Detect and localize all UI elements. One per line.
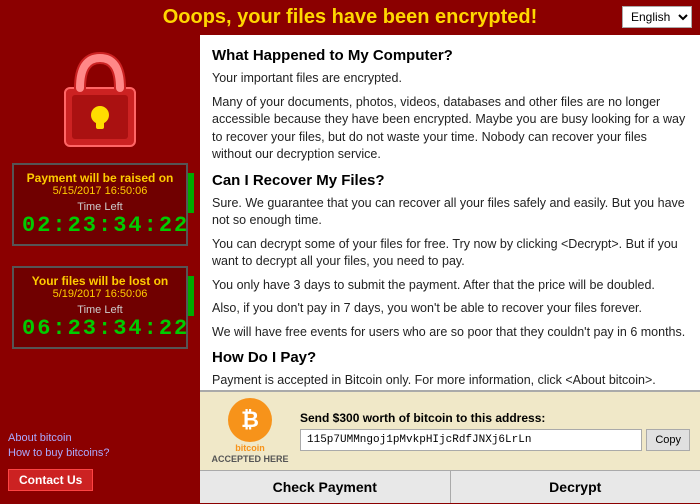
lock-icon (50, 43, 150, 153)
decrypt-button[interactable]: Decrypt (451, 471, 700, 503)
left-panel: Payment will be raised on 5/15/2017 16:5… (0, 35, 200, 503)
about-bitcoin-link[interactable]: About bitcoin (8, 432, 192, 444)
how-to-buy-link[interactable]: How to buy bitcoins? (8, 447, 192, 459)
timer1-raise-label: Payment will be raised on (22, 171, 178, 185)
address-row: Copy (300, 429, 690, 451)
timer-box-1: Payment will be raised on 5/15/2017 16:5… (12, 163, 188, 256)
timer1-date: 5/15/2017 16:50:06 (22, 185, 178, 197)
section2-para4: Also, if you don't pay in 7 days, you wo… (212, 300, 688, 318)
section2-heading: Can I Recover My Files? (212, 170, 688, 191)
contact-us-button[interactable]: Contact Us (8, 469, 93, 491)
bitcoin-logo: ₿ bitcoin ACCEPTED HERE (210, 398, 290, 464)
language-select[interactable]: English (622, 6, 692, 28)
content-area[interactable]: What Happened to My Computer? Your impor… (200, 35, 700, 390)
timer2-raise-label: Your files will be lost on (22, 274, 178, 288)
section3-heading: How Do I Pay? (212, 347, 688, 368)
bottom-buttons: Check Payment Decrypt (200, 470, 700, 503)
links-section: About bitcoin How to buy bitcoins? Conta… (8, 432, 192, 495)
section1-para2: Many of your documents, photos, videos, … (212, 94, 688, 164)
main-layout: Payment will be raised on 5/15/2017 16:5… (0, 35, 700, 503)
payment-section: ₿ bitcoin ACCEPTED HERE Send $300 worth … (200, 390, 700, 470)
bitcoin-circle-icon: ₿ (228, 398, 272, 442)
timer1-side-bar (188, 173, 194, 213)
section2-para3: You only have 3 days to submit the payme… (212, 277, 688, 295)
timer-box-2: Your files will be lost on 5/19/2017 16:… (12, 266, 188, 359)
bitcoin-accepted-text: ACCEPTED HERE (211, 454, 288, 464)
copy-button[interactable]: Copy (646, 429, 690, 451)
timer1-time-left-label: Time Left (22, 201, 178, 213)
header: Ooops, your files have been encrypted! E… (0, 0, 700, 35)
header-title: Ooops, your files have been encrypted! (163, 6, 538, 28)
bitcoin-symbol: ₿ (241, 407, 259, 433)
send-label: Send $300 worth of bitcoin to this addre… (300, 411, 690, 425)
timer2-side-bar (188, 276, 194, 316)
section3-para1: Payment is accepted in Bitcoin only. For… (212, 372, 688, 390)
address-section: Send $300 worth of bitcoin to this addre… (300, 411, 690, 451)
section2-para1: Sure. We guarantee that you can recover … (212, 195, 688, 230)
timer1-countdown: 02:23:34:22 (22, 213, 178, 238)
bitcoin-text: bitcoin (235, 444, 265, 454)
section2-para5: We will have free events for users who a… (212, 324, 688, 342)
right-panel: What Happened to My Computer? Your impor… (200, 35, 700, 503)
timer2-time-left-label: Time Left (22, 304, 178, 316)
section1-para1: Your important files are encrypted. (212, 70, 688, 88)
section1-heading: What Happened to My Computer? (212, 45, 688, 66)
check-payment-button[interactable]: Check Payment (200, 471, 451, 503)
bitcoin-address-input[interactable] (300, 429, 642, 451)
timer2-countdown: 06:23:34:22 (22, 316, 178, 341)
section2-para2: You can decrypt some of your files for f… (212, 236, 688, 271)
timer2-date: 5/19/2017 16:50:06 (22, 288, 178, 300)
